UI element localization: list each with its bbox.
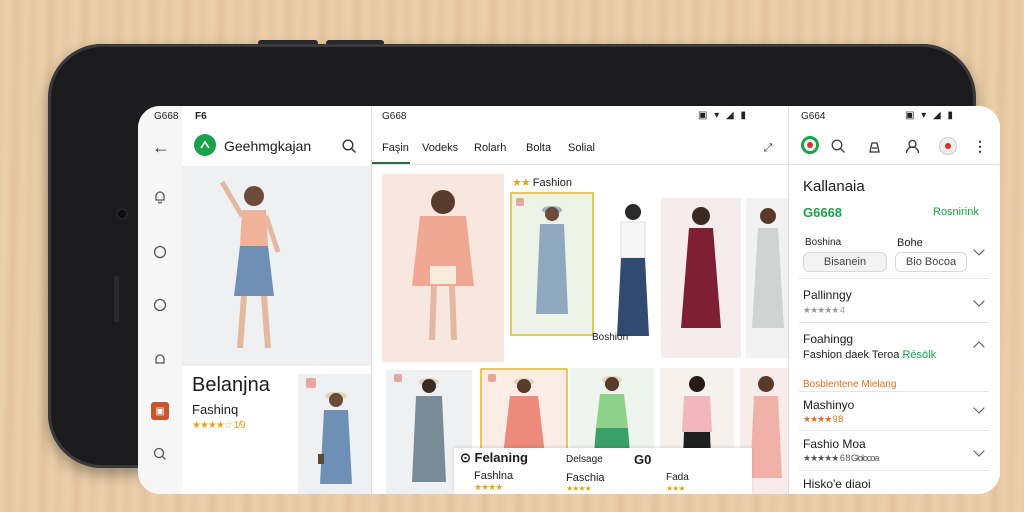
front-camera — [116, 208, 128, 220]
accordion-item-3[interactable]: Fashio Moa — [803, 437, 866, 451]
record-icon[interactable] — [151, 296, 169, 314]
status-icons: ▣ ▾ ◢ ▮ — [698, 110, 748, 121]
filter-label-1: Bohe — [897, 237, 923, 249]
notification-icon[interactable] — [151, 351, 169, 369]
accordion-item-0[interactable]: Pallinngy — [803, 288, 852, 302]
badge-stars: ★★ — [512, 177, 531, 189]
promo-subtitle: Fashinq — [192, 402, 239, 417]
tab-label: Faşin — [382, 142, 409, 154]
nav-rail: G668 ← ▣ — [138, 106, 183, 494]
accordion-item-4[interactable]: Hisko'e diaoi — [803, 477, 871, 491]
card-caption: Boshion — [592, 332, 629, 343]
expand-icon[interactable]: ⤢ — [760, 140, 776, 156]
quick-view-right-label: Fada — [666, 472, 689, 483]
product-card-burgundy[interactable] — [661, 198, 741, 358]
back-arrow-icon[interactable]: ← — [150, 136, 172, 158]
status-time-left: G668 — [154, 111, 179, 122]
right-panel: G664 ▣ ▾ ◢ ▮ ⋮ Kallanaia G6668 Rosnirink — [788, 106, 1000, 494]
left-panel: F6 Geehmgkajan Belanjna Fashinq ★★★★☆ 1/… — [182, 106, 371, 494]
promo-title: Belanjna — [192, 374, 270, 396]
accordion-meta-2: ★★★★ 9 8 — [803, 414, 843, 424]
accordion-meta-3: ★★★★★ 6 8 Glolocoa — [803, 453, 879, 463]
filter-select-0[interactable]: Bisanein — [803, 252, 887, 272]
tab-1[interactable]: Vodeks — [422, 142, 458, 154]
product-price: G6668 — [803, 205, 843, 220]
phone-frame: G668 ← ▣ F6 Geehmgkajan Belanjna Fashinq… — [48, 44, 1000, 494]
accordion-meta-1-text: Fashion daek Teroa — [803, 349, 900, 361]
accordion-item-2[interactable]: Mashinyo — [803, 398, 854, 412]
product-card-chambray[interactable] — [510, 192, 594, 336]
chevron-up-icon[interactable] — [973, 341, 985, 353]
status-label-left: F6 — [195, 111, 207, 122]
product-card-peach[interactable] — [382, 174, 504, 362]
filter-value-1: Bio Bocoa — [905, 256, 957, 268]
quick-view-mid-sub: Faschia — [566, 472, 605, 484]
badge-label: Fashion — [532, 177, 572, 189]
accordion-meta-0: ★★★★★ 4 — [803, 305, 845, 315]
chevron-down-icon[interactable] — [973, 295, 985, 307]
search-small-icon[interactable] — [151, 445, 169, 463]
quick-view-left-stars: ★★★★ — [474, 482, 503, 492]
product-card-denim[interactable] — [298, 374, 371, 494]
tab-2[interactable]: Rolarh — [474, 142, 506, 154]
chevron-down-icon[interactable] — [973, 402, 985, 414]
quick-view-left-label: Fashlna — [474, 470, 514, 482]
avatar[interactable] — [939, 137, 957, 155]
bell-icon[interactable] — [151, 188, 169, 206]
circle-icon[interactable] — [151, 243, 169, 261]
quick-view-mid-stars: ★★★★ — [566, 484, 592, 493]
search-icon[interactable] — [829, 137, 847, 155]
bag-icon[interactable] — [865, 137, 883, 155]
chevron-down-icon[interactable] — [973, 244, 985, 256]
fashion-badge: ★★ Fashion — [512, 176, 572, 189]
chevron-down-icon[interactable] — [973, 445, 985, 457]
tab-4[interactable]: Solial — [568, 142, 595, 154]
quick-view-price: G0 — [634, 452, 652, 467]
more-options-icon[interactable]: ⋮ — [973, 137, 987, 155]
product-title: Kallanaia — [803, 178, 865, 195]
accordion-meta-1: Fashion daek Teroa Résölk — [803, 349, 936, 361]
quick-view-mid-label: Delsage — [566, 454, 603, 465]
accordion-item-1[interactable]: Foahingg — [803, 332, 853, 346]
screen: G668 ← ▣ F6 Geehmgkajan Belanjna Fashinq… — [138, 106, 1000, 494]
filter-label-0: Boshina — [805, 237, 842, 248]
shop-icon[interactable]: ▣ — [151, 402, 169, 420]
price-tag: Rosnirink — [933, 206, 979, 218]
hero-image[interactable] — [182, 166, 371, 366]
app-logo-icon — [194, 134, 216, 156]
quick-view-title-text: Felaning — [474, 450, 528, 465]
filter-value-0: Bisanein — [823, 256, 867, 268]
app-logo-icon[interactable] — [801, 136, 819, 154]
search-icon[interactable] — [340, 137, 358, 155]
middle-panel: G668 ▣ ▾ ◢ ▮ Faşin Vodeks Rolarh Bolta S… — [371, 106, 789, 494]
quick-view-strip[interactable]: ⊙ Felaning Fashlna ★★★★ Delsage Faschia … — [454, 448, 752, 494]
side-button — [114, 276, 119, 322]
tab-3[interactable]: Bolta — [526, 142, 551, 154]
tab-0[interactable]: Faşin — [372, 136, 410, 164]
quick-view-title: ⊙ Felaning — [460, 450, 528, 465]
app-title: Geehmgkajan — [224, 138, 312, 154]
product-card-grey[interactable] — [746, 198, 789, 358]
status-time-mid: G668 — [382, 111, 407, 122]
section-label: Bosblentene Mielang — [803, 379, 897, 390]
status-icons-right: ▣ ▾ ◢ ▮ — [905, 110, 955, 121]
filter-select-1[interactable]: Bio Bocoa — [895, 252, 967, 272]
promo-rating: ★★★★☆ 1/9 — [192, 420, 246, 431]
accordion-meta-1-accent: Résölk — [902, 349, 937, 361]
profile-icon[interactable] — [903, 137, 921, 155]
quick-view-right-stars: ★★★ — [666, 484, 685, 493]
status-time-right: G664 — [801, 111, 826, 122]
